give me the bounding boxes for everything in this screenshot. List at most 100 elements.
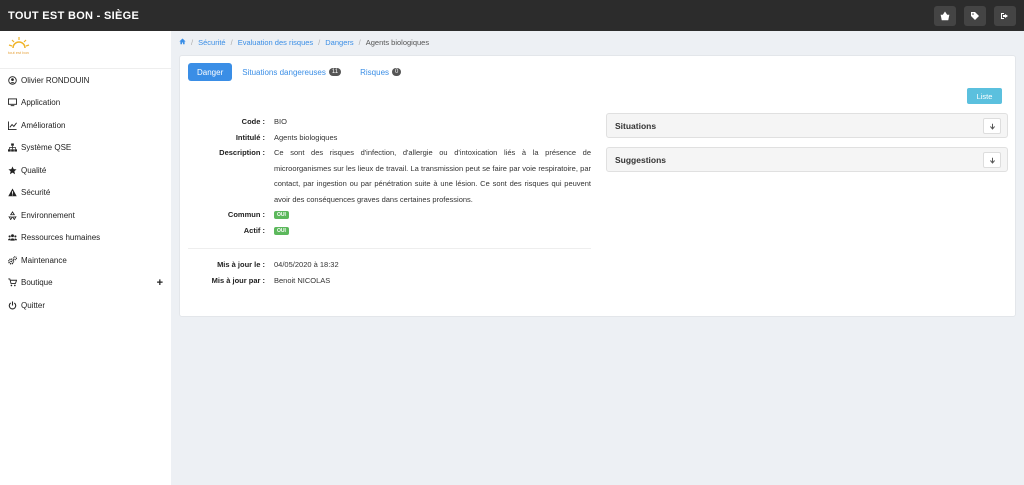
updated-row: Mis à jour le : 04/05/2020 à 18:32 <box>188 257 591 273</box>
sidebar-item-boutique[interactable]: Boutique + <box>0 272 171 295</box>
logo[interactable]: tout est bon <box>0 31 171 69</box>
star-icon <box>8 166 17 175</box>
description-value: Ce sont des risques d'infection, d'aller… <box>274 148 591 204</box>
sidebar-item-label: Système QSE <box>21 143 72 153</box>
sidebar-item-maintenance[interactable]: Maintenance <box>0 249 171 272</box>
code-row: Code : BIO <box>188 114 591 130</box>
sidebar-item-label: Environnement <box>21 210 75 220</box>
sun-logo-icon <box>8 37 30 49</box>
arrow-down-icon <box>989 123 995 130</box>
updated-by-row: Mis à jour par : Benoit NICOLAS <box>188 273 591 289</box>
basket-icon <box>940 11 950 21</box>
updated-value: 04/05/2020 à 18:32 <box>274 260 339 269</box>
cogs-icon <box>8 256 17 265</box>
count-badge: 0 <box>392 68 402 76</box>
breadcrumb-separator: / <box>318 38 321 47</box>
top-actions <box>934 6 1016 26</box>
code-value: BIO <box>274 117 287 126</box>
sidebar-item-label: Quitter <box>21 300 46 310</box>
user-icon <box>8 76 17 85</box>
description-row: Description : Ce sont des risques d'infe… <box>188 145 591 207</box>
top-navbar: TOUT EST BON - SIÈGE <box>0 0 1024 31</box>
sidebar-item-quitter[interactable]: Quitter <box>0 294 171 317</box>
sidebar-item-ressources-humaines[interactable]: Ressources humaines <box>0 227 171 250</box>
sign-out-button[interactable] <box>994 6 1016 26</box>
sidebar-item-label: Amélioration <box>21 120 66 130</box>
expand-suggestions-button[interactable] <box>983 152 1001 168</box>
tab-risques[interactable]: Risques 0 <box>351 63 410 81</box>
home-icon <box>179 38 186 45</box>
divider <box>188 248 591 249</box>
sidebar-item-label: Ressources humaines <box>21 233 101 243</box>
panel-title: Suggestions <box>615 154 667 165</box>
chart-icon <box>8 121 17 130</box>
commun-row: Commun : OUI <box>188 207 591 223</box>
sidebar: tout est bon Olivier RONDOUIN Applicatio… <box>0 31 171 485</box>
situations-panel[interactable]: Situations <box>606 113 1008 138</box>
tag-button[interactable] <box>964 6 986 26</box>
tag-icon <box>971 12 979 20</box>
users-icon <box>8 233 17 242</box>
breadcrumb-securite[interactable]: Sécurité <box>198 38 226 47</box>
app-title[interactable]: TOUT EST BON - SIÈGE <box>8 10 139 22</box>
home-link[interactable] <box>179 38 186 47</box>
intitule-row: Intitulé : Agents biologiques <box>188 130 591 146</box>
updated-by-value: Benoit NICOLAS <box>274 275 331 285</box>
panel-title: Situations <box>615 120 657 131</box>
breadcrumb-separator: / <box>230 38 233 47</box>
sidebar-item-label: Boutique <box>21 278 53 288</box>
breadcrumb-dangers[interactable]: Dangers <box>325 38 353 47</box>
desktop-icon <box>8 98 17 107</box>
updated-by-label: Mis à jour par : <box>211 275 265 285</box>
suggestions-panel[interactable]: Suggestions <box>606 147 1008 172</box>
sidebar-item-label: Qualité <box>21 165 47 175</box>
tab-label: Situations dangereuses <box>242 67 326 77</box>
cart-icon <box>8 278 17 287</box>
actif-label: Actif : <box>243 225 265 235</box>
tab-bar: Danger Situations dangereuses 11 Risques… <box>188 63 411 81</box>
description-label: Description : <box>219 148 265 157</box>
sidebar-item-securite[interactable]: Sécurité <box>0 182 171 205</box>
breadcrumb-current: Agents biologiques <box>365 38 430 47</box>
sidebar-item-environnement[interactable]: Environnement <box>0 204 171 227</box>
sidebar-item-user[interactable]: Olivier RONDOUIN <box>0 69 171 92</box>
updated-label: Mis à jour le : <box>217 260 265 269</box>
sitemap-icon <box>8 143 17 152</box>
intitule-value: Agents biologiques <box>274 132 338 142</box>
expand-situations-button[interactable] <box>983 118 1001 134</box>
sidebar-item-qualite[interactable]: Qualité <box>0 159 171 182</box>
sidebar-item-systeme-qse[interactable]: Système QSE <box>0 137 171 160</box>
tab-label: Risques <box>360 67 390 77</box>
liste-button[interactable]: Liste <box>967 88 1002 104</box>
basket-button[interactable] <box>934 6 956 26</box>
code-label: Code : <box>241 117 265 126</box>
sidebar-item-label: Sécurité <box>21 188 51 198</box>
recycle-icon <box>8 210 17 220</box>
breadcrumb: / Sécurité / Evaluation des risques / Da… <box>179 38 429 47</box>
warning-icon <box>8 188 17 197</box>
commun-badge: OUI <box>274 211 289 220</box>
actif-badge: OUI <box>274 226 289 235</box>
sidebar-item-label: Maintenance <box>21 255 67 265</box>
intitule-label: Intitulé : <box>235 132 265 142</box>
danger-details: Code : BIO Intitulé : Agents biologiques… <box>188 114 591 288</box>
breadcrumb-separator: / <box>358 38 361 47</box>
count-badge: 11 <box>328 68 342 76</box>
sidebar-item-amelioration[interactable]: Amélioration <box>0 114 171 137</box>
arrow-down-icon <box>989 157 995 164</box>
tab-situations-dangereuses[interactable]: Situations dangereuses 11 <box>233 63 350 81</box>
breadcrumb-evaluation[interactable]: Evaluation des risques <box>238 38 313 47</box>
power-icon <box>8 301 17 310</box>
commun-label: Commun : <box>227 210 265 219</box>
main-content: / Sécurité / Evaluation des risques / Da… <box>171 31 1024 485</box>
logo-text: tout est bon <box>8 50 29 55</box>
danger-card: Danger Situations dangereuses 11 Risques… <box>179 55 1016 317</box>
tab-label: Danger <box>197 67 224 77</box>
breadcrumb-separator: / <box>191 38 194 47</box>
sign-out-icon <box>1001 13 1008 19</box>
expand-plus-icon[interactable]: + <box>157 277 163 289</box>
sidebar-item-application[interactable]: Application <box>0 92 171 115</box>
tab-danger[interactable]: Danger <box>188 63 233 81</box>
sidebar-item-label: Application <box>21 98 61 108</box>
actif-row: Actif : OUI <box>188 223 591 239</box>
